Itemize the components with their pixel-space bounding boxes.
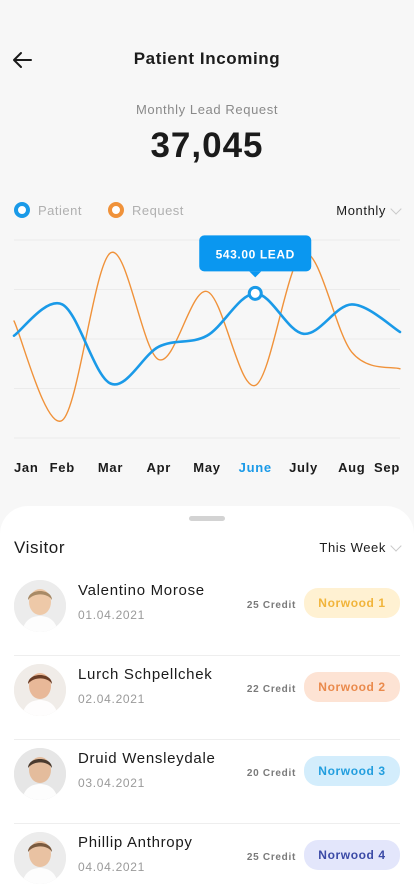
x-tick-label-aug[interactable]: Aug — [338, 460, 365, 475]
visitor-credit: 22 Credit — [246, 684, 296, 695]
x-tick-label-june[interactable]: June — [239, 460, 272, 475]
summary-value: 37,045 — [150, 126, 264, 165]
legend-label-patient: Patient — [38, 202, 82, 218]
visitor-credit: 20 Credit — [246, 768, 296, 779]
visitor-credit: 25 Credit — [246, 852, 296, 863]
visitor-name: Phillip Anthropy — [78, 834, 193, 851]
visitor-name: Druid Wensleydale — [78, 750, 216, 767]
active-data-point[interactable] — [247, 285, 263, 301]
visitor-row[interactable]: Phillip Anthropy 04.04.2021 25 Credit Norwo… — [0, 824, 414, 896]
x-tick-label-jan[interactable]: Jan — [14, 460, 39, 475]
norwood-badge[interactable]: Norwood 4 — [304, 840, 400, 870]
x-tick-label-sep[interactable]: Sep — [374, 460, 400, 475]
legend-dot-request — [107, 202, 124, 218]
tooltip-pointer — [249, 271, 262, 278]
x-tick-label-feb[interactable]: Feb — [50, 460, 75, 475]
period-select-value: Monthly — [336, 203, 386, 218]
visitor-date: 02.04.2021 — [78, 692, 146, 706]
visitor-title: Visitor — [14, 538, 66, 557]
avatar — [14, 580, 66, 632]
legend-dot-patient — [14, 202, 30, 218]
visitor-row[interactable]: Lurch Schpellchek 02.04.2021 22 Credit Norw… — [0, 656, 414, 740]
x-tick-label-mar[interactable]: Mar — [98, 460, 123, 475]
visitor-credit: 25 Credit — [246, 600, 296, 611]
legend-label-request: Request — [131, 202, 184, 218]
norwood-badge[interactable]: Norwood 2 — [304, 672, 400, 702]
x-tick-label-july[interactable]: July — [289, 460, 318, 475]
period-select[interactable]: Monthly — [336, 202, 402, 218]
legend-item-patient[interactable]: Patient — [14, 202, 82, 218]
summary-label: Monthly Lead Request — [135, 102, 279, 117]
chevron-down-icon — [390, 202, 402, 215]
chart-legend: Patient Request — [14, 202, 210, 218]
legend-item-request[interactable]: Request — [107, 202, 184, 218]
line-chart: 543.00 LEAD Jan Feb Mar Apr May June July Aug Sep — [12, 235, 402, 475]
visitor-date: 01.04.2021 — [78, 608, 146, 622]
drag-handle[interactable] — [189, 516, 225, 521]
avatar — [14, 748, 66, 800]
page-title: Patient Incoming — [133, 49, 281, 68]
header: Patient Incoming — [0, 0, 414, 100]
x-tick-label-may[interactable]: May — [193, 460, 220, 475]
visitor-row[interactable]: Valentino Morose 01.04.2021 25 Credit Norwo… — [0, 572, 414, 656]
norwood-badge[interactable]: Norwood 1 — [304, 588, 400, 618]
tooltip-label: 543.00 LEAD — [216, 247, 295, 261]
visitor-name: Valentino Morose — [78, 582, 205, 599]
visitor-date: 04.04.2021 — [78, 860, 146, 874]
x-tick-label-apr[interactable]: Apr — [147, 460, 172, 475]
visitor-row[interactable]: Druid Wensleydale 03.04.2021 20 Credit Norw… — [0, 740, 414, 824]
avatar — [14, 832, 66, 884]
week-filter-select[interactable]: This Week — [319, 539, 402, 555]
norwood-badge[interactable]: Norwood 3 — [304, 756, 400, 786]
visitor-panel: Visitor This Week Valentino Morose 01.04.… — [0, 506, 414, 896]
week-filter-value: This Week — [319, 540, 386, 555]
chevron-down-icon — [390, 539, 402, 552]
visitor-date: 03.04.2021 — [78, 776, 146, 790]
avatar — [14, 664, 66, 716]
visitor-name: Lurch Schpellchek — [78, 666, 213, 683]
